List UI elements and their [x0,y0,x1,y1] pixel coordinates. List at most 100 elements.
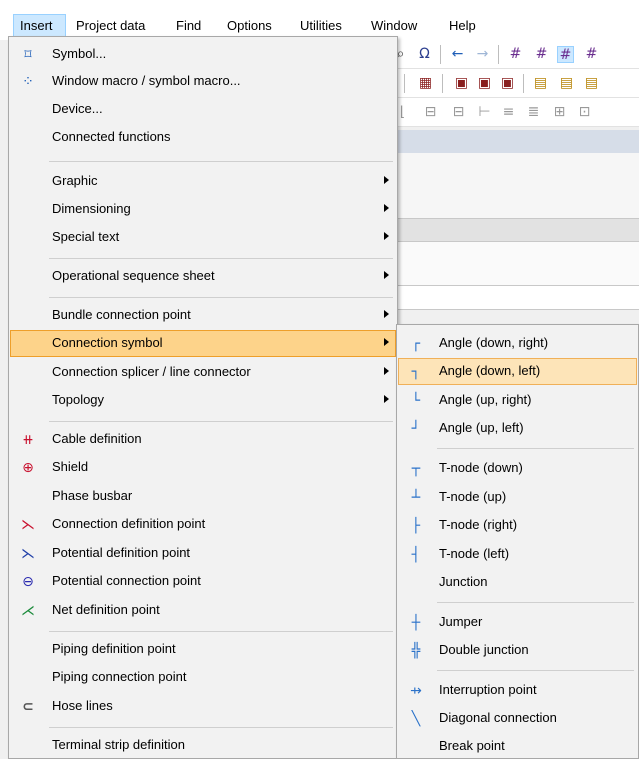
submenu-item-angle-up-left[interactable]: ┘ Angle (up, left) [398,415,637,442]
menu-item-connection-definition-point[interactable]: ⋋ Connection definition point [10,511,396,538]
menu-item-symbol[interactable]: ⌑ Symbol... [10,41,396,68]
menu-item-shield[interactable]: ⊕ Shield [10,454,396,481]
double-junction-icon: ╬ [411,643,421,659]
submenu-arrow-icon [384,367,389,375]
panel-tab-strip [390,219,639,242]
device-c-icon[interactable]: ▣ [499,75,516,92]
menu-item-device[interactable]: Device... [10,96,396,123]
menu-item-bundle-connection-point[interactable]: Bundle connection point [10,302,396,329]
device-a-icon[interactable]: ▣ [453,75,470,92]
panel-list [390,242,639,286]
back-arrow-icon[interactable]: ← [449,46,466,63]
menu-item-connection-symbol[interactable]: Connection symbol [10,330,396,357]
toolbar-row-3: ⌊ ⊟ ⊟ ⊢ ≡ ≣ ⊞ ⊡ [390,98,639,127]
submenu-item-angle-up-right[interactable]: └ Angle (up, right) [398,387,637,414]
menu-item-topology[interactable]: Topology [10,387,396,414]
submenu-item-t-node-right[interactable]: ├ T-node (right) [398,512,637,539]
toolbar-row-2: ▦ ▣ ▣ ▣ ▤ ▤ ▤ [390,69,639,98]
submenu-arrow-icon [384,271,389,279]
terminal-a-icon[interactable]: ▤ [532,75,549,92]
device-b-icon[interactable]: ▣ [476,75,493,92]
menu-project-data[interactable]: Project data [76,16,145,36]
submenu-item-t-node-up[interactable]: ┴ T-node (up) [398,484,637,511]
menu-item-potential-connection-point[interactable]: ⊖ Potential connection point [10,568,396,595]
shield-icon: ⊕ [22,460,34,476]
menu-item-phase-busbar[interactable]: Phase busbar [10,483,396,510]
panel-row [390,286,639,310]
window-macro-icon: ⁘ [22,74,34,90]
menu-item-connection-splicer[interactable]: Connection splicer / line connector [10,359,396,386]
menu-item-cable-definition[interactable]: ⧺ Cable definition [10,426,396,453]
tool-h-icon[interactable]: ⊡ [576,104,593,121]
terminal-b-icon[interactable]: ▤ [558,75,575,92]
t-node-left-icon: ┤ [411,547,421,563]
tool-c-icon[interactable]: ⊟ [450,104,467,121]
menu-separator [49,258,393,259]
menu-item-net-definition-point[interactable]: ⋌ Net definition point [10,597,396,624]
symbol-icon: ⌑ [24,47,32,63]
submenu-item-t-node-left[interactable]: ┤ T-node (left) [398,541,637,568]
insert-menu: ⌑ Symbol... ⁘ Window macro / symbol macr… [8,36,398,759]
submenu-item-interruption-point[interactable]: ⇸ Interruption point [398,677,637,704]
menu-insert[interactable]: Insert [13,14,66,37]
menu-item-dimensioning[interactable]: Dimensioning [10,196,396,223]
menu-item-window-macro[interactable]: ⁘ Window macro / symbol macro... [10,68,396,95]
submenu-item-double-junction[interactable]: ╬ Double junction [398,637,637,664]
menu-item-graphic[interactable]: Graphic [10,168,396,195]
menu-separator [49,161,393,162]
tool-d-icon[interactable]: ⊢ [476,104,493,121]
tool-e-icon[interactable]: ≡ [500,104,517,121]
angle-down-left-icon: ┐ [411,364,421,380]
submenu-item-angle-down-right[interactable]: ┌ Angle (down, right) [398,330,637,357]
grid-b-icon[interactable]: # [533,46,550,63]
angle-up-left-icon: ┘ [411,421,421,437]
menu-bar: Insert Project data Find Options Utiliti… [0,0,639,40]
menu-item-terminal-strip-definition[interactable]: Terminal strip definition [10,732,396,759]
panel-area [390,153,639,219]
submenu-item-angle-down-left[interactable]: ┐ Angle (down, left) [398,358,637,385]
submenu-arrow-icon [384,204,389,212]
menu-help[interactable]: Help [449,16,476,36]
menu-separator [49,421,393,422]
angle-up-right-icon: └ [411,393,421,409]
tool-b-icon[interactable]: ⊟ [422,104,439,121]
menu-separator [49,297,393,298]
tool-g-icon[interactable]: ⊞ [551,104,568,121]
connection-symbol-submenu: ┌ Angle (down, right) ┐ Angle (down, lef… [396,324,639,759]
diagonal-connection-icon: ╲ [411,711,421,727]
t-node-right-icon: ├ [411,518,421,534]
menu-utilities[interactable]: Utilities [300,16,342,36]
jumper-icon: ┼ [411,615,421,631]
submenu-item-jumper[interactable]: ┼ Jumper [398,609,637,636]
menu-options[interactable]: Options [227,16,272,36]
submenu-arrow-icon [384,395,389,403]
menu-separator [437,448,634,449]
net-definition-point-icon: ⋌ [21,603,35,619]
menu-find[interactable]: Find [176,16,201,36]
submenu-item-junction[interactable]: Junction [398,569,637,596]
menu-item-operational-sequence-sheet[interactable]: Operational sequence sheet [10,263,396,290]
interruption-point-icon: ⇸ [410,683,422,699]
grid-c-icon[interactable]: # [557,46,574,63]
tool-f-icon[interactable]: ≣ [525,104,542,121]
submenu-item-break-point[interactable]: Break point [398,733,637,759]
submenu-item-diagonal-connection[interactable]: ╲ Diagonal connection [398,705,637,732]
forward-arrow-icon[interactable]: → [474,46,491,63]
zoom-100-icon[interactable]: Ω [416,46,433,63]
panel-header [390,130,639,153]
submenu-arrow-icon [384,176,389,184]
grid-a-icon[interactable]: # [507,46,524,63]
menu-window[interactable]: Window [371,16,417,36]
submenu-item-t-node-down[interactable]: ┬ T-node (down) [398,455,637,482]
menu-item-connected-functions[interactable]: Connected functions [10,124,396,151]
menu-item-piping-definition-point[interactable]: Piping definition point [10,636,396,663]
menu-item-piping-connection-point[interactable]: Piping connection point [10,664,396,691]
terminal-c-icon[interactable]: ▤ [583,75,600,92]
connection-definition-point-icon: ⋋ [21,517,35,533]
angle-down-right-icon: ┌ [411,336,421,352]
grid-d-icon[interactable]: # [583,46,600,63]
plc-icon[interactable]: ▦ [417,75,434,92]
menu-item-special-text[interactable]: Special text [10,224,396,251]
menu-item-hose-lines[interactable]: ⊂ Hose lines [10,693,396,720]
menu-item-potential-definition-point[interactable]: ⋋ Potential definition point [10,540,396,567]
